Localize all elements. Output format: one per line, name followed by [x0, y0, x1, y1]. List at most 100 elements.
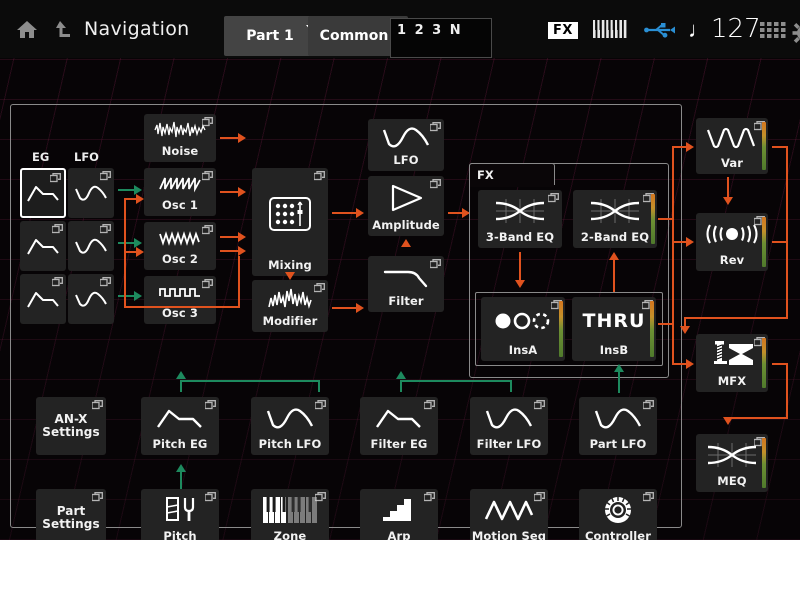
lfo-block-2[interactable] — [68, 221, 114, 271]
fx-section-tab: FX — [469, 163, 555, 185]
expand-icon[interactable] — [315, 492, 326, 502]
expand-icon[interactable] — [92, 400, 103, 410]
expand-icon[interactable] — [52, 224, 63, 234]
eg-block-3[interactable] — [20, 274, 66, 324]
motion-seq-block[interactable]: Motion Seq — [470, 489, 548, 540]
expand-icon[interactable] — [534, 400, 545, 410]
lfo-block-3[interactable] — [68, 274, 114, 324]
part-settings-block[interactable]: Part Settings — [36, 489, 106, 540]
expand-icon[interactable] — [50, 173, 61, 183]
expand-icon[interactable] — [100, 224, 111, 234]
fx-out-wire — [658, 218, 674, 220]
controller-block[interactable]: Controller — [579, 489, 657, 540]
filter-block[interactable]: Filter — [368, 256, 444, 312]
expand-icon[interactable] — [430, 259, 441, 269]
insa-block[interactable]: InsA — [481, 297, 565, 361]
expand-icon[interactable] — [92, 492, 103, 502]
expand-icon[interactable] — [643, 400, 654, 410]
expand-icon[interactable] — [534, 492, 545, 502]
return-bus-wire — [772, 146, 788, 148]
home-icon[interactable] — [10, 0, 44, 58]
insb-label: InsB — [599, 343, 629, 358]
signal-arrow — [686, 359, 694, 369]
signal-arrow — [238, 187, 246, 197]
two-band-eq-label: 2-Band EQ — [580, 230, 650, 245]
expand-icon[interactable] — [430, 179, 441, 189]
osc3-block[interactable]: Osc 3 — [144, 276, 216, 324]
mixing-block[interactable]: Mixing — [252, 168, 328, 276]
top-header-bar: Navigation Part 1 Common 1 2 3 N FX ♩ 12… — [0, 0, 800, 58]
signal-arrow — [356, 303, 364, 313]
return-bus-wire — [684, 317, 788, 319]
expand-icon[interactable] — [202, 225, 213, 235]
meq-block[interactable]: MEQ — [696, 434, 768, 492]
modifier-block[interactable]: Modifier — [252, 280, 328, 332]
eg-block-2[interactable] — [20, 221, 66, 271]
part-lfo-block[interactable]: Part LFO — [579, 397, 657, 455]
meq-label: MEQ — [717, 474, 747, 489]
expand-icon[interactable] — [314, 171, 325, 181]
three-band-eq-block[interactable]: 3-Band EQ — [478, 190, 562, 248]
expand-icon[interactable] — [205, 492, 216, 502]
part-settings-label-1: Part — [56, 503, 86, 518]
motion-seq-label: Motion Seq — [471, 529, 547, 540]
page-title: Navigation — [84, 18, 190, 40]
expand-icon[interactable] — [315, 400, 326, 410]
expand-icon[interactable] — [643, 492, 654, 502]
amplitude-block[interactable]: Amplitude — [368, 176, 444, 236]
pitch-lfo-block[interactable]: Pitch LFO — [251, 397, 329, 455]
arp-label: Arp — [387, 529, 411, 540]
anx-settings-label-1: AN-X — [54, 411, 88, 426]
expand-icon[interactable] — [314, 283, 325, 293]
mfx-block[interactable]: MFX — [696, 334, 768, 392]
three-band-eq-label: 3-Band EQ — [485, 230, 555, 245]
expand-icon[interactable] — [424, 492, 435, 502]
zone-block[interactable]: Zone — [251, 489, 329, 540]
mod-rail — [400, 380, 512, 382]
mod-rail — [180, 380, 320, 382]
noise-block[interactable]: Noise — [144, 114, 216, 162]
expand-icon[interactable] — [202, 279, 213, 289]
lfo-block[interactable]: LFO — [368, 119, 444, 171]
expand-icon[interactable] — [52, 277, 63, 287]
osc1-block[interactable]: Osc 1 — [144, 168, 216, 216]
anx-settings-block[interactable]: AN-X Settings — [36, 397, 106, 455]
pitch-eg-label: Pitch EG — [152, 437, 208, 452]
expand-icon[interactable] — [205, 400, 216, 410]
filter-lfo-block[interactable]: Filter LFO — [470, 397, 548, 455]
arp-block[interactable]: Arp — [360, 489, 438, 540]
expand-icon[interactable] — [202, 171, 213, 181]
expand-icon[interactable] — [430, 122, 441, 132]
gear-icon[interactable] — [792, 20, 800, 46]
signal-wire — [727, 177, 729, 199]
mod-wire — [118, 242, 134, 244]
mod-rail — [180, 471, 182, 489]
expand-icon[interactable] — [548, 193, 559, 203]
osc2-block-label: Osc 2 — [162, 252, 198, 267]
controller-label: Controller — [585, 529, 651, 540]
grid-icon[interactable] — [760, 22, 786, 44]
osc2-block[interactable]: Osc 2 — [144, 222, 216, 270]
expand-icon[interactable] — [100, 171, 111, 181]
return-bus-wire — [772, 241, 788, 243]
expand-icon[interactable] — [424, 400, 435, 410]
mod-arrow — [614, 364, 624, 372]
note-icon: ♩ — [688, 18, 710, 43]
insb-block[interactable]: THRU InsB — [572, 297, 656, 361]
expand-icon[interactable] — [202, 117, 213, 127]
two-band-eq-block[interactable]: 2-Band EQ — [573, 190, 657, 248]
pitch-block[interactable]: Pitch — [141, 489, 219, 540]
filter-eg-block[interactable]: Filter EG — [360, 397, 438, 455]
eg-block-1[interactable] — [20, 168, 66, 218]
signal-arrow — [401, 239, 411, 247]
variation-block[interactable]: Var — [696, 118, 768, 174]
pitch-eg-block[interactable]: Pitch EG — [141, 397, 219, 455]
lfo-block-1[interactable] — [68, 168, 114, 218]
insa-label: InsA — [508, 343, 538, 358]
expand-icon[interactable] — [100, 277, 111, 287]
part-lfo-label: Part LFO — [589, 437, 647, 452]
back-up-icon[interactable] — [46, 0, 80, 58]
level-meter — [559, 301, 563, 357]
anx-settings-label-2: Settings — [42, 425, 100, 439]
reverb-block[interactable]: Rev — [696, 213, 768, 271]
